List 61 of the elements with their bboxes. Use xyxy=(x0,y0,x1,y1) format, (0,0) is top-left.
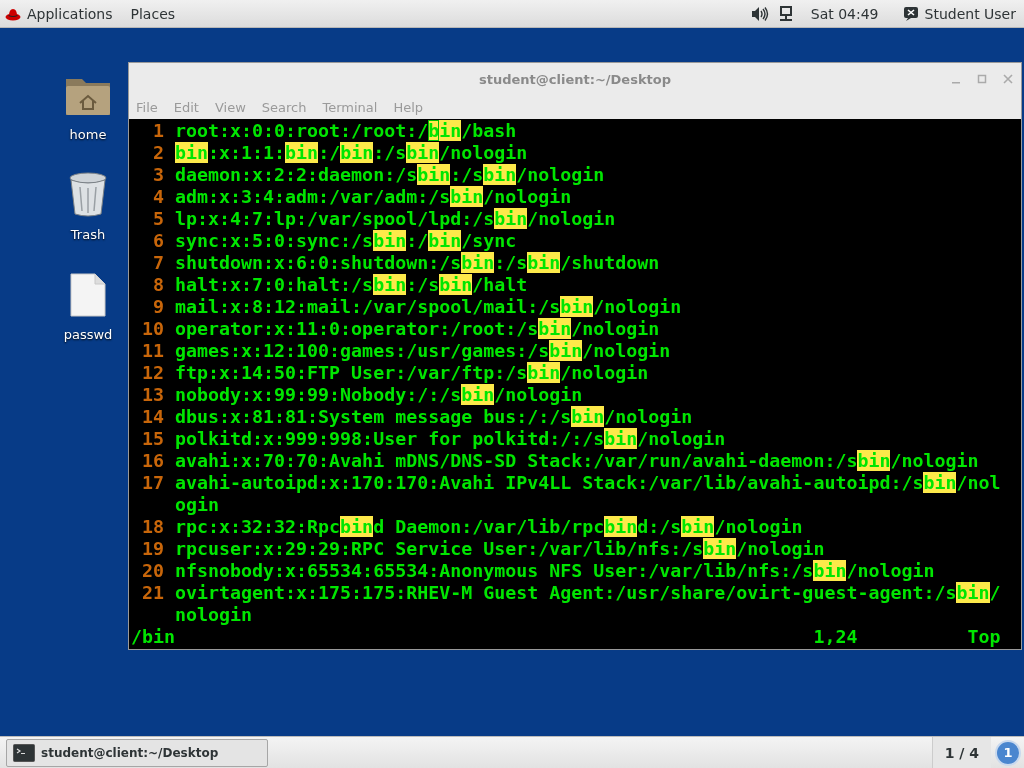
taskbar-window-button[interactable]: student@client:~/Desktop xyxy=(6,738,268,767)
line-number: 18 xyxy=(141,516,164,538)
line-number: 2 xyxy=(152,142,164,164)
terminal-line: sync:x:5:0:sync:/sbin:/bin/sync xyxy=(175,230,518,252)
terminal-line: nfsnobody:x:65534:65534:Anonymous NFS User:/var/lib/nfs:/sbin/nologin xyxy=(175,560,936,582)
notification-badge[interactable]: 1 xyxy=(995,739,1021,766)
line-number: 19 xyxy=(141,538,164,560)
line-number: 13 xyxy=(141,384,164,406)
terminal-line: daemon:x:2:2:daemon:/sbin:/sbin/nologin xyxy=(175,164,606,186)
clock[interactable]: Sat 04:49 xyxy=(810,5,879,22)
desktop-icon-label[interactable]: Trash xyxy=(70,227,106,242)
user-icon[interactable] xyxy=(902,5,919,22)
terminal-line: root:x:0:0:root:/root:/bin/bash xyxy=(175,120,518,142)
line-number: 21 xyxy=(141,582,164,605)
line-number: 5 xyxy=(152,208,164,230)
line-number: 20 xyxy=(141,560,164,582)
terminal-line: rpc:x:32:32:Rpcbind Daemon:/var/lib/rpcbind:/sbin/nologin xyxy=(175,516,804,538)
terminal-line: games:x:12:100:games:/usr/games:/sbin/nologin xyxy=(175,340,672,362)
line-number: 3 xyxy=(152,164,164,186)
line-number: 10 xyxy=(141,318,164,340)
line-number: 7 xyxy=(152,252,164,274)
line-number: 6 xyxy=(152,230,164,252)
terminal-line: shutdown:x:6:0:shutdown:/sbin:/sbin/shutdown xyxy=(175,252,661,274)
terminal-line: dbus:x:81:81:System message bus:/:/sbin/nologin xyxy=(175,406,694,428)
terminal-line: halt:x:7:0:halt:/sbin:/sbin/halt xyxy=(175,274,529,296)
menu-item[interactable]: Places xyxy=(130,5,176,22)
trash-icon xyxy=(68,171,108,217)
terminal-line: polkitd:x:999:998:User for polkitd:/:/sbin/nologin xyxy=(175,428,727,450)
terminal-line: rpcuser:x:29:29:RPC Service User:/var/lib/nfs:/sbin/nologin xyxy=(175,538,826,560)
window-title: student@client:~/Desktop xyxy=(479,71,671,87)
menu-item[interactable]: Applications xyxy=(27,5,113,22)
terminal-line: nobody:x:99:99:Nobody:/:/sbin/nologin xyxy=(175,384,584,406)
network-icon[interactable] xyxy=(778,5,793,22)
terminal-icon xyxy=(13,743,35,762)
scroll-position: Top xyxy=(967,626,1002,648)
desktop-icon-label[interactable]: home xyxy=(69,127,107,142)
line-number: 11 xyxy=(141,340,164,362)
line-number: 15 xyxy=(141,428,164,450)
terminal-line: lp:x:4:7:lp:/var/spool/lpd:/sbin/nologin xyxy=(175,208,617,230)
desktop-icon-label[interactable]: passwd xyxy=(63,327,113,342)
user-menu[interactable]: Student User xyxy=(924,5,1016,22)
terminal-line: avahi:x:70:70:Avahi mDNS/DNS-SD Stack:/var/run/avahi-daemon:/sbin/nologin xyxy=(175,450,980,472)
line-number: 1 xyxy=(152,120,164,142)
terminal-line: ovirtagent:x:175:175:RHEV-M Guest Agent:/usr/share/ovirt-guest-agent:/sbin/nologin xyxy=(175,582,1002,626)
line-number: 4 xyxy=(152,186,164,208)
line-number: 12 xyxy=(141,362,164,384)
line-number: 8 xyxy=(152,274,164,296)
line-number: 9 xyxy=(152,296,164,318)
file-icon xyxy=(70,273,106,317)
workspace-indicator[interactable]: 1 / 4 xyxy=(931,737,991,768)
terminal-line: adm:x:3:4:adm:/var/adm:/sbin/nologin xyxy=(175,186,573,208)
line-number: 14 xyxy=(141,406,164,428)
terminal-line: mail:x:8:12:mail:/var/spool/mail:/sbin/nologin xyxy=(175,296,683,318)
terminal-line: bin:x:1:1:bin:/bin:/sbin/nologin xyxy=(175,142,529,164)
terminal-line: ftp:x:14:50:FTP User:/var/ftp:/sbin/nologin xyxy=(175,362,650,384)
cursor-position: 1,24 xyxy=(813,626,859,648)
terminal-line: operator:x:11:0:operator:/root:/sbin/nologin xyxy=(175,318,661,340)
speaker-icon[interactable] xyxy=(750,5,769,22)
search-command: /bin xyxy=(131,626,177,648)
line-number: 17 xyxy=(141,472,164,495)
line-number: 16 xyxy=(141,450,164,472)
